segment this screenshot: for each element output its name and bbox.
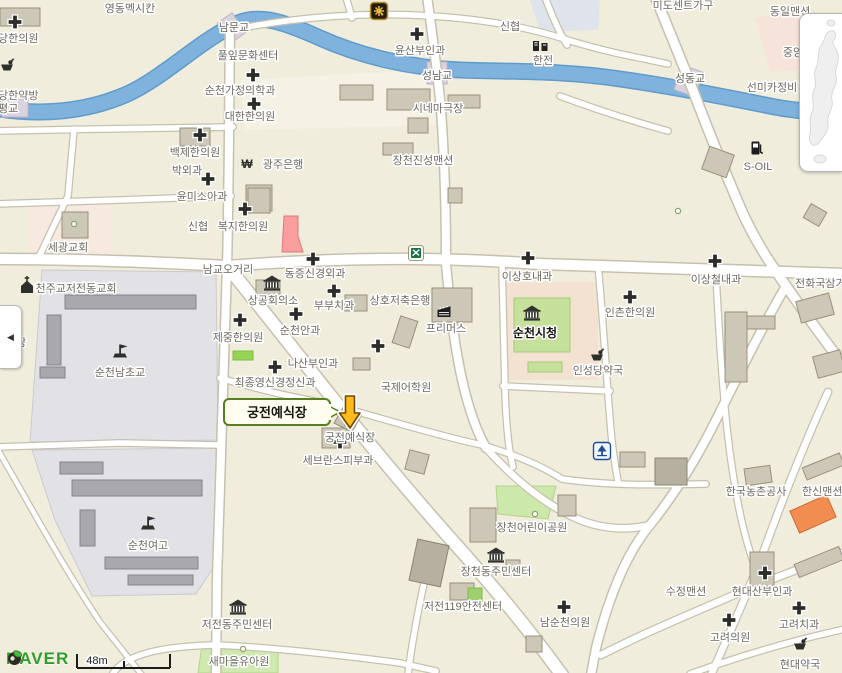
map-canvas[interactable]: ₩ — [0, 0, 842, 673]
map-label: 최종영신경정신과 — [235, 376, 316, 389]
map-label: 한신맨션 — [802, 485, 842, 498]
map-label: 시네마극장 — [413, 102, 464, 115]
bank-won-icon — [241, 157, 253, 171]
map-label: 인성당약국 — [573, 363, 624, 377]
map-label: 남교오거리 — [203, 263, 254, 276]
map-label: 인촌한의원 — [605, 306, 656, 319]
map-label: 장천진성맨션 — [393, 153, 454, 167]
small-dot — [675, 208, 680, 213]
map-label: 복지한의원 — [218, 220, 269, 233]
map-label: 순천남초교 — [95, 365, 146, 379]
map-label: 영동멕시칸 — [105, 2, 156, 15]
map-label: 평교 — [0, 102, 18, 115]
overview-inset-graphic — [800, 14, 842, 171]
map-label: 나산부인과 — [288, 357, 339, 370]
map-label: 이상철내과 — [691, 273, 742, 286]
left-arrow-icon: ◀ — [7, 333, 14, 342]
map-label: 국제어학원 — [381, 381, 432, 394]
map-label: 장천어린이공원 — [497, 520, 568, 534]
map-label: S-OIL — [744, 161, 773, 173]
map-label: 상호저축은행 — [370, 294, 431, 307]
highlighted-place-text: 궁전예식장 — [247, 405, 307, 420]
map-label: 풀잎문화센터 — [218, 49, 279, 62]
map-label: 저전119안전센터 — [424, 600, 502, 613]
map-label: 당한의원 — [0, 32, 38, 45]
park-tree-icon — [594, 443, 611, 460]
map-label: 미도센트가구 — [653, 0, 714, 12]
map-label: 현대산부인과 — [732, 585, 793, 598]
naver-logo[interactable]: NAVER — [6, 649, 69, 669]
map-label: 고려의원 — [710, 631, 750, 644]
map-label: 제중한의원 — [213, 331, 264, 344]
map-label: 성남교 — [422, 69, 452, 82]
map-label: 박외과 — [172, 164, 202, 177]
map-label: 전화국삼거리 — [795, 277, 842, 290]
map-label: 선미카정비 — [747, 81, 798, 94]
map-label: 신협 — [500, 20, 520, 33]
map-label: 저전동주민센터 — [202, 618, 273, 631]
map-label: 세광교회 — [48, 241, 88, 254]
map-label: 광주은행 — [263, 158, 303, 171]
police-badge-icon — [371, 3, 388, 20]
map-label: 순천안과 — [280, 323, 320, 337]
map-svg[interactable]: ₩ — [0, 0, 842, 673]
map-label: 동증신경외과 — [285, 267, 346, 280]
map-label: 한국농촌공사 — [726, 485, 787, 498]
map-label: 프리머스 — [426, 322, 466, 335]
map-label: 신협 — [188, 220, 208, 233]
map-label: 천주교저전동교회 — [36, 281, 117, 295]
map-label: 백제한의원 — [170, 146, 221, 159]
map-label: 상공회의소 — [248, 294, 299, 307]
map-label: 윤산부인과 — [395, 44, 446, 57]
pan-west-control[interactable]: ◀ — [0, 305, 22, 369]
map-label: 순천시청 — [513, 325, 557, 340]
map-label: 윤미소아과 — [177, 190, 228, 203]
scale-distance-label: 48m — [86, 655, 107, 667]
map-label: 새마을유아원 — [209, 655, 270, 668]
bank-green-icon — [409, 246, 424, 261]
map-label: 현대약국 — [780, 657, 820, 671]
map-label: 부부치과 — [314, 299, 354, 312]
map-label: 고려치과 — [779, 618, 819, 631]
map-label: 남순천의원 — [540, 615, 591, 629]
map-label: 세브란스피부과 — [303, 454, 374, 467]
naver-logo-icon — [6, 649, 23, 666]
map-label: 당한약방 — [0, 88, 38, 102]
map-label: 남문교 — [219, 21, 249, 34]
map-label: 대한한의원 — [225, 110, 276, 123]
map-label: 순천가정의학과 — [205, 83, 276, 97]
small-dot — [71, 221, 76, 226]
small-dot — [532, 511, 537, 516]
map-label: 궁전예식장 — [325, 431, 376, 444]
small-dot — [240, 646, 245, 651]
map-label: 수정맨션 — [666, 585, 706, 598]
highlighted-place-label[interactable]: 궁전예식장 — [224, 399, 340, 425]
overview-inset-map[interactable] — [799, 13, 842, 172]
map-label: 성동교 — [675, 72, 705, 85]
map-label: 한전 — [533, 54, 553, 67]
map-label: 이상호내과 — [502, 270, 553, 283]
map-label: 순천여고 — [128, 538, 168, 552]
map-label: 장천동주민센터 — [461, 564, 532, 578]
